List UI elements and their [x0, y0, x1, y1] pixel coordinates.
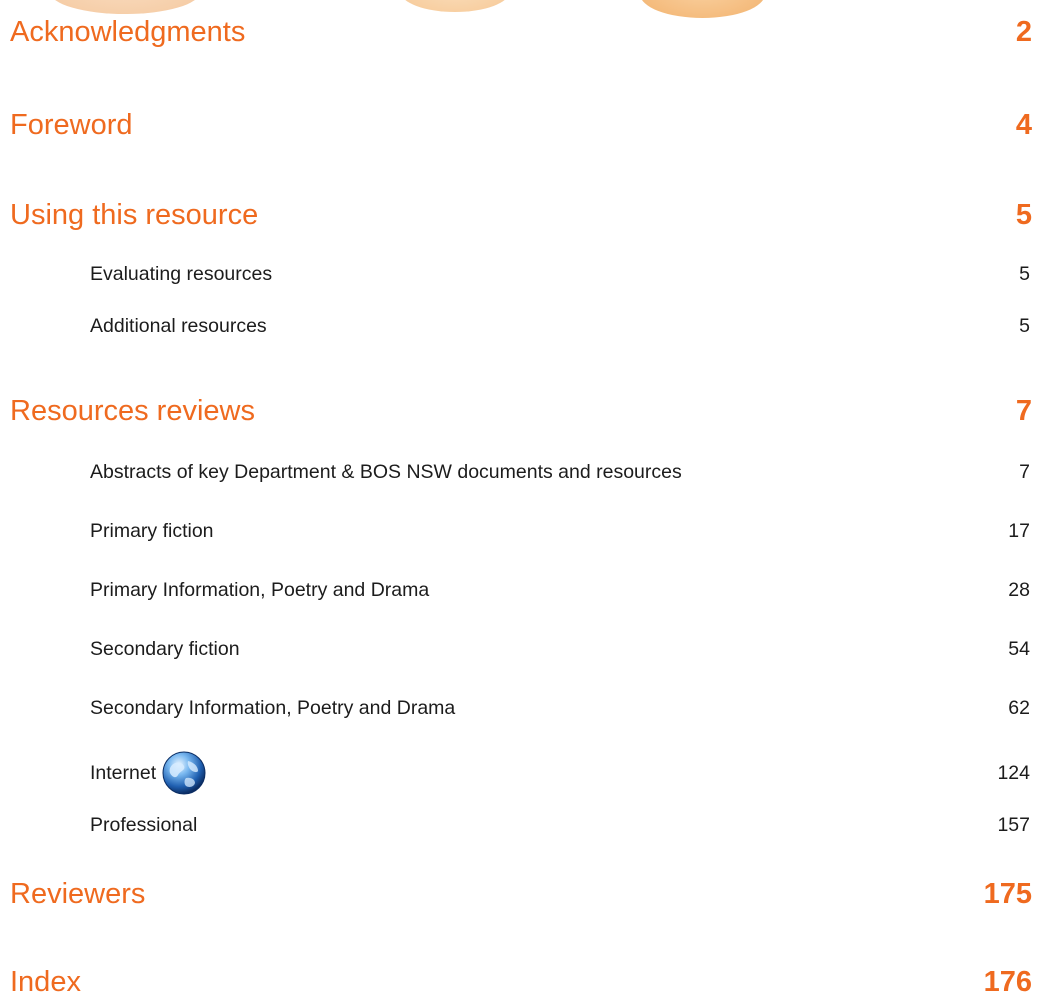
toc-subentry-evaluating-resources[interactable]: Evaluating resources 5 [0, 259, 1038, 289]
toc-entry-title: Resources reviews [10, 395, 255, 427]
toc-subentry-page: 17 [1008, 520, 1030, 542]
toc-entry-reviewers[interactable]: Reviewers 175 [0, 874, 1038, 914]
toc-subentry-title: Internet [90, 762, 157, 784]
toc-subentry-title: Primary Information, Poetry and Drama [90, 579, 430, 601]
toc-subentry-page: 54 [1008, 638, 1030, 660]
toc-subentry-primary-fiction[interactable]: Primary fiction 17 [0, 516, 1038, 546]
toc-subentry-abstracts[interactable]: Abstracts of key Department & BOS NSW do… [0, 457, 1038, 487]
toc-subentry-page: 5 [1019, 315, 1030, 337]
toc-subentry-label-wrap: Internet [90, 751, 206, 795]
toc-subentry-professional[interactable]: Professional 157 [0, 810, 1038, 840]
toc-entry-page: 7 [1015, 395, 1032, 427]
toc-entry-page: 176 [983, 966, 1032, 998]
toc-subentry-title: Professional [90, 814, 198, 836]
toc-subentry-title: Additional resources [90, 315, 267, 337]
toc-entry-title: Acknowledgments [10, 16, 246, 48]
toc-subentry-secondary-fiction[interactable]: Secondary fiction 54 [0, 634, 1038, 664]
toc-subentry-page: 157 [997, 814, 1030, 836]
toc-subentry-secondary-information[interactable]: Secondary Information, Poetry and Drama … [0, 693, 1038, 723]
globe-icon [162, 751, 206, 795]
toc-subentry-page: 28 [1008, 579, 1030, 601]
toc-entry-index[interactable]: Index 176 [0, 962, 1038, 1002]
toc-entry-title: Reviewers [10, 878, 146, 910]
toc-entry-foreword[interactable]: Foreword 4 [0, 105, 1038, 145]
toc-entry-page: 2 [1015, 16, 1032, 48]
toc-subentry-title: Secondary Information, Poetry and Drama [90, 697, 456, 719]
toc-subentry-title: Evaluating resources [90, 263, 273, 285]
toc-entry-acknowledgments[interactable]: Acknowledgments 2 [0, 12, 1038, 52]
toc-entry-page: 175 [983, 878, 1032, 910]
toc-entry-using-this-resource[interactable]: Using this resource 5 [0, 195, 1038, 235]
toc-subentry-title: Secondary fiction [90, 638, 240, 660]
toc-subentry-title: Primary fiction [90, 520, 214, 542]
toc-subentry-title: Abstracts of key Department & BOS NSW do… [90, 461, 682, 483]
toc-subentry-additional-resources[interactable]: Additional resources 5 [0, 311, 1038, 341]
toc-subentry-page: 62 [1008, 697, 1030, 719]
table-of-contents: Acknowledgments 2 Foreword 4 Using this … [0, 0, 1038, 1003]
toc-subentry-primary-information[interactable]: Primary Information, Poetry and Drama 28 [0, 575, 1038, 605]
toc-entry-title: Using this resource [10, 199, 259, 231]
toc-entry-page: 5 [1015, 199, 1032, 231]
toc-subentry-internet[interactable]: Internet 124 [0, 751, 1038, 795]
toc-entry-title: Foreword [10, 109, 133, 141]
toc-entry-page: 4 [1015, 109, 1032, 141]
toc-entry-resources-reviews[interactable]: Resources reviews 7 [0, 391, 1038, 431]
toc-entry-title: Index [10, 966, 81, 998]
toc-subentry-page: 124 [997, 762, 1030, 784]
toc-subentry-page: 5 [1019, 263, 1030, 285]
toc-subentry-page: 7 [1019, 461, 1030, 483]
